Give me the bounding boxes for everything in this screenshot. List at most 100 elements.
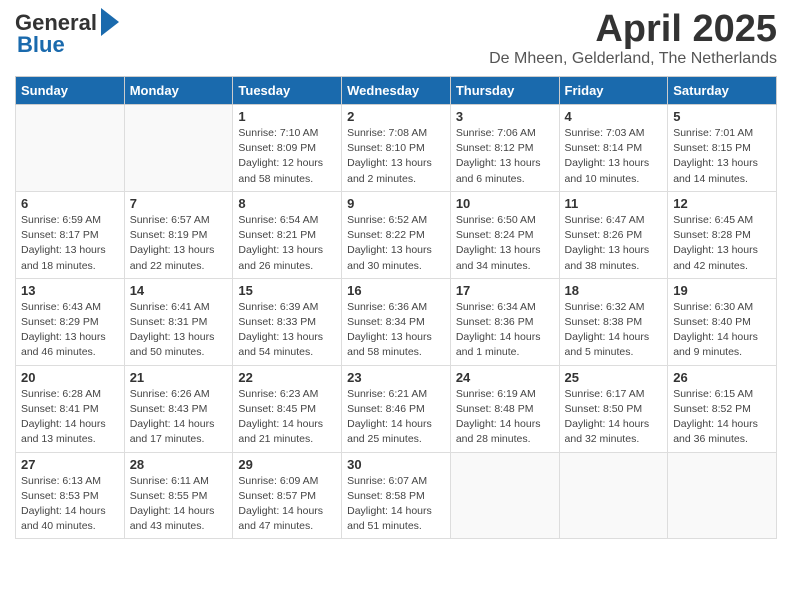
day-number: 15	[238, 283, 336, 298]
calendar-table: SundayMondayTuesdayWednesdayThursdayFrid…	[15, 76, 777, 539]
calendar-day-cell: 30Sunrise: 6:07 AMSunset: 8:58 PMDayligh…	[342, 452, 451, 539]
logo-blue-text: Blue	[17, 32, 65, 58]
day-info: Sunrise: 6:43 AMSunset: 8:29 PMDaylight:…	[21, 300, 119, 361]
day-info: Sunrise: 6:50 AMSunset: 8:24 PMDaylight:…	[456, 213, 554, 274]
day-number: 23	[347, 370, 445, 385]
calendar-day-cell: 7 Sunrise: 6:57 AMSunset: 8:19 PMDaylight…	[124, 191, 233, 278]
day-number: 2	[347, 109, 445, 124]
calendar-day-cell: 17Sunrise: 6:34 AMSunset: 8:36 PMDayligh…	[450, 278, 559, 365]
day-number: 21	[130, 370, 228, 385]
calendar-day-cell: 26 Sunrise: 6:15 AMSunset: 8:52 PMDayligh…	[668, 365, 777, 452]
day-info: Sunrise: 6:23 AMSunset: 8:45 PMDaylight:…	[238, 387, 336, 448]
calendar-day-cell	[559, 452, 668, 539]
calendar-day-header: Friday	[559, 77, 668, 105]
day-number: 3	[456, 109, 554, 124]
calendar-day-cell	[668, 452, 777, 539]
calendar-day-cell: 21 Sunrise: 6:26 AMSunset: 8:43 PMDayligh…	[124, 365, 233, 452]
day-number: 29	[238, 457, 336, 472]
day-info: Sunrise: 6:21 AMSunset: 8:46 PMDaylight:…	[347, 387, 445, 448]
day-info: Sunrise: 6:09 AMSunset: 8:57 PMDaylight:…	[238, 474, 336, 535]
page-header: General Blue April 2025 De Mheen, Gelder…	[15, 10, 777, 68]
day-number: 18	[565, 283, 663, 298]
day-info: Sunrise: 7:08 AMSunset: 8:10 PMDaylight:…	[347, 126, 445, 187]
calendar-day-cell: 5 Sunrise: 7:01 AMSunset: 8:15 PMDaylight…	[668, 105, 777, 192]
day-info: Sunrise: 6:39 AMSunset: 8:33 PMDaylight:…	[238, 300, 336, 361]
calendar-day-cell: 25Sunrise: 6:17 AMSunset: 8:50 PMDayligh…	[559, 365, 668, 452]
day-info: Sunrise: 6:47 AMSunset: 8:26 PMDaylight:…	[565, 213, 663, 274]
calendar-day-header: Saturday	[668, 77, 777, 105]
calendar-week-row: 27 Sunrise: 6:13 AMSunset: 8:53 PMDayligh…	[16, 452, 777, 539]
day-number: 5	[673, 109, 771, 124]
calendar-day-cell: 27 Sunrise: 6:13 AMSunset: 8:53 PMDayligh…	[16, 452, 125, 539]
day-info: Sunrise: 6:57 AMSunset: 8:19 PMDaylight:…	[130, 213, 228, 274]
day-number: 10	[456, 196, 554, 211]
calendar-day-cell	[16, 105, 125, 192]
day-number: 13	[21, 283, 119, 298]
calendar-day-cell: 22 Sunrise: 6:23 AMSunset: 8:45 PMDayligh…	[233, 365, 342, 452]
day-info: Sunrise: 6:13 AMSunset: 8:53 PMDaylight:…	[21, 474, 119, 535]
calendar-day-cell	[450, 452, 559, 539]
calendar-day-cell: 13 Sunrise: 6:43 AMSunset: 8:29 PMDayligh…	[16, 278, 125, 365]
day-number: 24	[456, 370, 554, 385]
calendar-day-cell: 28 Sunrise: 6:11 AMSunset: 8:55 PMDayligh…	[124, 452, 233, 539]
day-number: 17	[456, 283, 554, 298]
day-number: 16	[347, 283, 445, 298]
calendar-day-cell: 24 Sunrise: 6:19 AMSunset: 8:48 PMDayligh…	[450, 365, 559, 452]
day-info: Sunrise: 6:36 AMSunset: 8:34 PMDaylight:…	[347, 300, 445, 361]
logo-arrow-icon	[101, 8, 119, 36]
calendar-day-header: Monday	[124, 77, 233, 105]
day-number: 22	[238, 370, 336, 385]
calendar-day-cell: 2 Sunrise: 7:08 AMSunset: 8:10 PMDaylight…	[342, 105, 451, 192]
calendar-day-cell: 20 Sunrise: 6:28 AMSunset: 8:41 PMDayligh…	[16, 365, 125, 452]
calendar-week-row: 1 Sunrise: 7:10 AMSunset: 8:09 PMDaylight…	[16, 105, 777, 192]
day-info: Sunrise: 7:06 AMSunset: 8:12 PMDaylight:…	[456, 126, 554, 187]
calendar-day-cell: 11 Sunrise: 6:47 AMSunset: 8:26 PMDayligh…	[559, 191, 668, 278]
day-info: Sunrise: 7:10 AMSunset: 8:09 PMDaylight:…	[238, 126, 336, 187]
day-info: Sunrise: 6:28 AMSunset: 8:41 PMDaylight:…	[21, 387, 119, 448]
day-number: 7	[130, 196, 228, 211]
calendar-header-row: SundayMondayTuesdayWednesdayThursdayFrid…	[16, 77, 777, 105]
day-number: 30	[347, 457, 445, 472]
day-info: Sunrise: 6:15 AMSunset: 8:52 PMDaylight:…	[673, 387, 771, 448]
calendar-day-cell: 18 Sunrise: 6:32 AMSunset: 8:38 PMDayligh…	[559, 278, 668, 365]
calendar-day-cell: 8Sunrise: 6:54 AMSunset: 8:21 PMDaylight…	[233, 191, 342, 278]
day-number: 8	[238, 196, 336, 211]
day-number: 20	[21, 370, 119, 385]
day-number: 26	[673, 370, 771, 385]
calendar-day-cell: 3 Sunrise: 7:06 AMSunset: 8:12 PMDaylight…	[450, 105, 559, 192]
day-number: 1	[238, 109, 336, 124]
day-number: 11	[565, 196, 663, 211]
day-info: Sunrise: 6:32 AMSunset: 8:38 PMDaylight:…	[565, 300, 663, 361]
day-info: Sunrise: 6:59 AMSunset: 8:17 PMDaylight:…	[21, 213, 119, 274]
day-info: Sunrise: 7:03 AMSunset: 8:14 PMDaylight:…	[565, 126, 663, 187]
calendar-day-cell: 12 Sunrise: 6:45 AMSunset: 8:28 PMDayligh…	[668, 191, 777, 278]
month-title: April 2025	[489, 10, 777, 48]
calendar-day-cell: 10 Sunrise: 6:50 AMSunset: 8:24 PMDayligh…	[450, 191, 559, 278]
calendar-week-row: 13 Sunrise: 6:43 AMSunset: 8:29 PMDayligh…	[16, 278, 777, 365]
calendar-day-cell: 19Sunrise: 6:30 AMSunset: 8:40 PMDayligh…	[668, 278, 777, 365]
day-info: Sunrise: 6:17 AMSunset: 8:50 PMDaylight:…	[565, 387, 663, 448]
day-number: 12	[673, 196, 771, 211]
logo: General Blue	[15, 10, 119, 58]
calendar-day-cell: 9Sunrise: 6:52 AMSunset: 8:22 PMDaylight…	[342, 191, 451, 278]
day-info: Sunrise: 6:30 AMSunset: 8:40 PMDaylight:…	[673, 300, 771, 361]
calendar-day-header: Sunday	[16, 77, 125, 105]
day-number: 14	[130, 283, 228, 298]
day-info: Sunrise: 6:11 AMSunset: 8:55 PMDaylight:…	[130, 474, 228, 535]
title-section: April 2025 De Mheen, Gelderland, The Net…	[489, 10, 777, 68]
day-info: Sunrise: 6:41 AMSunset: 8:31 PMDaylight:…	[130, 300, 228, 361]
day-info: Sunrise: 6:19 AMSunset: 8:48 PMDaylight:…	[456, 387, 554, 448]
day-number: 27	[21, 457, 119, 472]
location-subtitle: De Mheen, Gelderland, The Netherlands	[489, 50, 777, 68]
calendar-day-cell: 4Sunrise: 7:03 AMSunset: 8:14 PMDaylight…	[559, 105, 668, 192]
calendar-day-cell: 6Sunrise: 6:59 AMSunset: 8:17 PMDaylight…	[16, 191, 125, 278]
calendar-day-cell: 29 Sunrise: 6:09 AMSunset: 8:57 PMDayligh…	[233, 452, 342, 539]
calendar-week-row: 20 Sunrise: 6:28 AMSunset: 8:41 PMDayligh…	[16, 365, 777, 452]
day-info: Sunrise: 6:26 AMSunset: 8:43 PMDaylight:…	[130, 387, 228, 448]
day-info: Sunrise: 6:45 AMSunset: 8:28 PMDaylight:…	[673, 213, 771, 274]
day-info: Sunrise: 7:01 AMSunset: 8:15 PMDaylight:…	[673, 126, 771, 187]
day-number: 28	[130, 457, 228, 472]
calendar-day-cell: 14 Sunrise: 6:41 AMSunset: 8:31 PMDayligh…	[124, 278, 233, 365]
calendar-day-cell: 16 Sunrise: 6:36 AMSunset: 8:34 PMDayligh…	[342, 278, 451, 365]
day-info: Sunrise: 6:52 AMSunset: 8:22 PMDaylight:…	[347, 213, 445, 274]
